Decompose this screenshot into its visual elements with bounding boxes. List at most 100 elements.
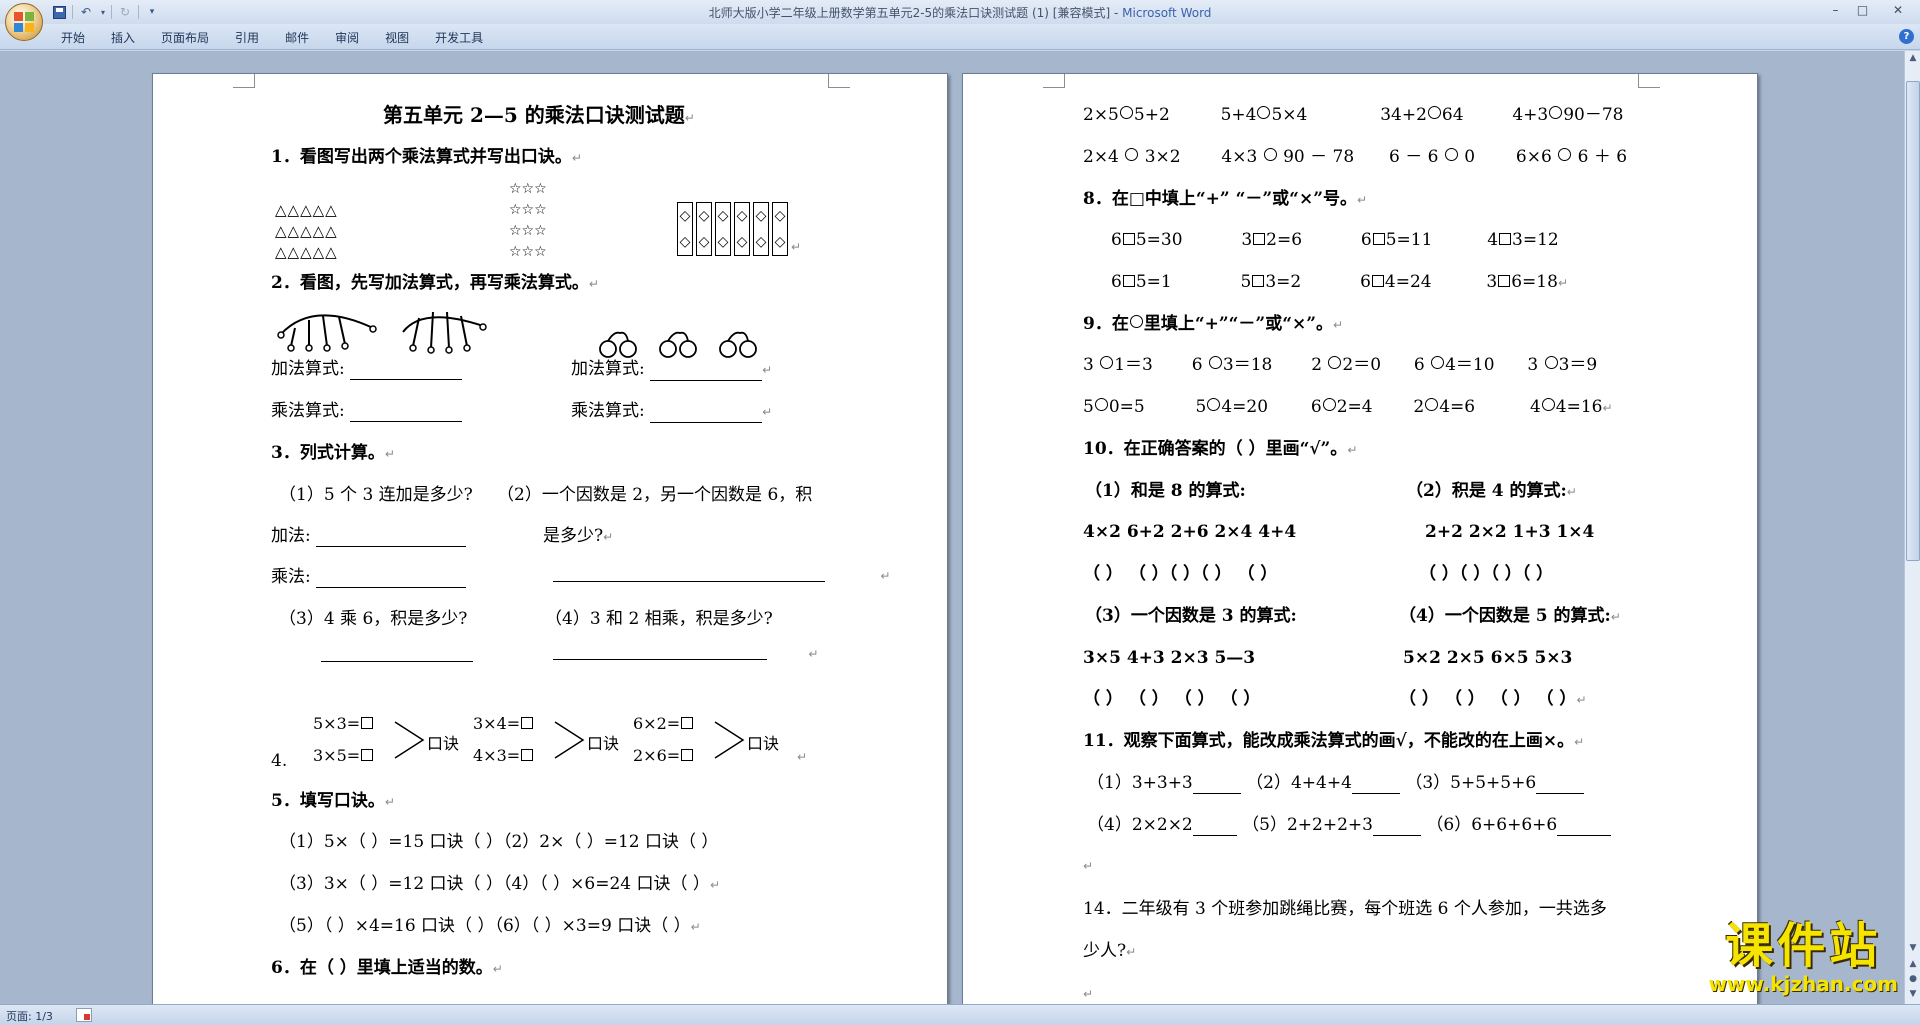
office-logo-icon (14, 12, 34, 32)
tab-home[interactable]: 开始 (48, 29, 98, 47)
q10-row-1b: 2+2 2×2 1+3 1×4 (1425, 522, 1595, 542)
question-6: 6．在（ ）里填上适当的数。↵ (271, 958, 503, 978)
q10-part-4: （4）一个因数是 5 的算式:↵ (1399, 606, 1621, 626)
q10-parens-1b: （ ）（ ）（ ）（ ） (1419, 564, 1554, 584)
scrollbar-thumb[interactable] (1906, 81, 1920, 561)
office-button[interactable] (5, 3, 43, 41)
star-figure: ☆☆☆ ☆☆☆ ☆☆☆ ☆☆☆ (509, 181, 547, 260)
vertical-scrollbar[interactable]: ▲ ▼ ▲ ● ▼ (1904, 51, 1920, 1004)
ribbon-tabs: 开始 插入 页面布局 引用 邮件 审阅 视图 开发工具 (48, 29, 496, 47)
question-14-line-1: 14．二年级有 3 个班参加跳绳比赛，每个班选 6 个人参加，一共选多 (1083, 899, 1607, 919)
document-area: 第五单元 2—5 的乘法口诀测试题↵ 1．看图写出两个乘法算式并写出口诀。↵ △… (0, 51, 1904, 1004)
help-icon[interactable]: ? (1899, 29, 1914, 44)
question-9: 9．在 里填上“+”“－”或“×”。↵ (1083, 314, 1344, 334)
question-5: 5．填写口诀。↵ (271, 791, 395, 811)
empty-paragraph: ↵ (1083, 987, 1094, 1001)
q4-group-1: 5×3= 3×5= 口诀 (313, 714, 460, 765)
q5-line-2: （3）3×（ ）=12 口诀（ ）（4）（ ）×6=24 口诀（ ）↵ (279, 874, 720, 894)
page-title: 第五单元 2—5 的乘法口诀测试题↵ (383, 103, 695, 127)
document-page-2[interactable]: 2×5 5+2 5+4 5×4 34+2 64 4+3 90－78 2×4 3×2 4×… (962, 73, 1758, 1004)
scroll-up-button[interactable]: ▲ (1905, 51, 1920, 65)
q9-row-2: 5 0=5 5 4=20 6 2=4 2 4=6 4 4=16↵ (1083, 397, 1613, 417)
question-8: 8．在□中填上“+” “－”或“×”号。↵ (1083, 189, 1368, 209)
question-14-line-2: 少人?↵ (1083, 941, 1137, 961)
watermark-url: www.kjzhan.com (1708, 972, 1898, 996)
tab-mailings[interactable]: 邮件 (272, 29, 322, 47)
q10-part-1: （1）和是 8 的算式: (1085, 481, 1246, 501)
q3-addition: 加法: (271, 525, 467, 547)
empty-paragraph: ↵ (1083, 859, 1094, 873)
watermark-logo-text: 课件站 (1725, 918, 1882, 974)
umbrella-rack-figure (277, 311, 487, 354)
site-watermark: 课件站 www.kjzhan.com (1708, 920, 1898, 996)
q3-multiplication: 乘法: (271, 566, 467, 588)
next-page-button[interactable]: ▼ (1905, 987, 1920, 1001)
q4-group-2: 3×4= 4×3= 口诀 (473, 714, 620, 765)
addition-answer-left: 加法算式: (271, 358, 463, 380)
tab-insert[interactable]: 插入 (98, 29, 148, 47)
maximize-button[interactable]: □ (1849, 0, 1876, 19)
question-11: 11．观察下面算式，能改成乘法算式的画√，不能改的在上画×。↵ (1083, 731, 1585, 751)
q11-row-1: （1）3+3+3 （2）4+4+4 （3）5+5+5+6 (1087, 772, 1585, 794)
document-page-1[interactable]: 第五单元 2—5 的乘法口诀测试题↵ 1．看图写出两个乘法算式并写出口诀。↵ △… (152, 73, 948, 1004)
status-bar: 页面: 1/3 (0, 1004, 1920, 1025)
multiplication-answer-right: 乘法算式: ↵ (571, 401, 773, 423)
margin-corner (828, 74, 850, 88)
addition-answer-right: 加法算式: ↵ (571, 359, 773, 381)
q9-row-1: 3 1＝3 6 3＝18 2 2＝0 6 4＝10 3 3＝9 (1083, 355, 1598, 375)
q3-part-2: （2）一个因数是 2，另一个因数是 6，积 (497, 485, 813, 505)
margin-corner (233, 74, 255, 88)
q11-row-2: （4）2×2×2 （5）2+2+2+3 （6）6+6+6+6 (1087, 814, 1612, 836)
page-count-indicator[interactable]: 页面: 1/3 (6, 1008, 53, 1024)
scroll-down-button[interactable]: ▼ (1905, 941, 1920, 955)
margin-corner (1043, 74, 1065, 88)
question-4-number: 4. (271, 751, 288, 771)
q8-row-2: 6 5=1 5 3=2 6 4=24 3 6=18↵ (1111, 272, 1568, 292)
tab-review[interactable]: 审阅 (322, 29, 372, 47)
question-1: 1．看图写出两个乘法算式并写出口诀。↵ (271, 147, 582, 167)
ribbon-tab-bar: 开始 插入 页面布局 引用 邮件 审阅 视图 开发工具 ? (0, 24, 1920, 50)
q4-group-3: 6×2= 2×6= 口诀 ↵ (633, 714, 808, 765)
diamond-figure: ◇ ◇ ◇ ◇ ◇ ◇ ◇ ◇ ◇ ◇ ◇ ◇ ↵ (677, 202, 801, 256)
tab-page-layout[interactable]: 页面布局 (148, 29, 222, 47)
title-bar: ↶ ▾ ↻ ▾ 北师大版小学二年级上册数学第五单元2-5的乘法口诀测试题 (1)… (0, 0, 1920, 41)
compare-row-2: 2×4 3×2 4×3 90 － 78 6 － 6 0 6×6 6 ＋ 6 (1083, 147, 1628, 167)
minimize-button[interactable]: – (1822, 0, 1849, 19)
window-controls: – □ ✕ (1822, 0, 1920, 19)
compare-row-1: 2×5 5+2 5+4 5×4 34+2 64 4+3 90－78 (1083, 105, 1624, 125)
select-browse-object-button[interactable]: ● (1905, 972, 1920, 986)
q10-parens-2b: （ ） （ ） （ ） （ ）↵ (1399, 689, 1587, 709)
question-3: 3．列式计算。↵ (271, 443, 395, 463)
question-2: 2．看图，先写加法算式，再写乘法算式。↵ (271, 273, 599, 293)
q8-row-1: 6 5=30 3 2=6 6 5=11 4 3=12 (1111, 230, 1559, 250)
proofing-icon[interactable] (76, 1008, 92, 1022)
q3-part-2-cont: 是多少?↵ (543, 526, 614, 546)
window-title: 北师大版小学二年级上册数学第五单元2-5的乘法口诀测试题 (1) [兼容模式] … (0, 4, 1920, 21)
q10-row-2b: 5×2 2×5 6×5 5×3 (1403, 648, 1573, 668)
app-name: Microsoft Word (1122, 6, 1212, 20)
q10-parens-1: （ ） （ ）（ ）（ ） （ ） (1083, 564, 1278, 584)
tab-view[interactable]: 视图 (372, 29, 422, 47)
tab-developer[interactable]: 开发工具 (422, 29, 496, 47)
q3-part-1: （1）5 个 3 连加是多少? (279, 485, 473, 505)
multiplication-answer-left: 乘法算式: (271, 400, 463, 422)
margin-corner (1638, 74, 1660, 88)
q3-part-3: （3）4 乘 6，积是多少? (279, 609, 468, 629)
q10-part-3: （3）一个因数是 3 的算式: (1085, 606, 1297, 626)
tab-references[interactable]: 引用 (222, 29, 272, 47)
q10-parens-2: （ ） （ ） （ ） （ ） (1083, 689, 1261, 709)
triangle-figure: △△△△△ △△△△△ △△△△△ (275, 201, 338, 261)
q3-part-4: （4）3 和 2 相乘，积是多少? (545, 609, 773, 629)
q5-line-1: （1）5×（ ）=15 口诀（ ）（2）2×（ ）=12 口诀（ ） (279, 832, 719, 852)
q3-answer-line-3 (321, 644, 473, 666)
q5-line-3: （5）（ ）×4=16 口诀（ ）（6）（ ）×3=9 口诀（ ）↵ (279, 916, 701, 936)
previous-page-button[interactable]: ▲ (1905, 957, 1920, 971)
question-10: 10．在正确答案的（ ）里画“√”。↵ (1083, 439, 1358, 459)
q3-answer-line: ↵ (553, 564, 890, 587)
q10-row-1: 4×2 6+2 2+6 2×4 4+4 (1083, 522, 1297, 542)
q3-answer-line-4: ↵ (553, 642, 818, 665)
q10-part-2: （2）积是 4 的算式:↵ (1406, 481, 1577, 501)
document-name: 北师大版小学二年级上册数学第五单元2-5的乘法口诀测试题 (1) [兼容模式] … (708, 6, 1123, 20)
q10-row-2: 3×5 4+3 2×3 5—3 (1083, 648, 1256, 668)
close-button[interactable]: ✕ (1876, 0, 1920, 19)
